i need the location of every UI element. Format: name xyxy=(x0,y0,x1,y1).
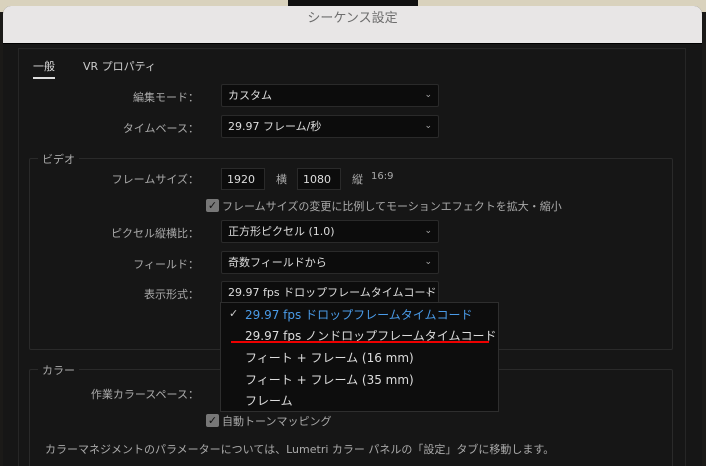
width-unit: 横 xyxy=(276,173,287,186)
tab-vr-properties[interactable]: VR プロパティ xyxy=(83,58,156,74)
sequence-settings-dialog: シーケンス設定 一般 VR プロパティ 編集モード： カスタム ⌄ タイムベース：… xyxy=(3,6,702,466)
chevron-down-icon: ⌄ xyxy=(424,121,432,131)
timebase-dropdown[interactable]: 29.97 フレーム/秒 ⌄ xyxy=(221,115,439,138)
video-group-label: ビデオ xyxy=(38,151,79,167)
tab-general[interactable]: 一般 xyxy=(33,58,55,79)
edit-mode-dropdown[interactable]: カスタム ⌄ xyxy=(221,84,439,107)
tone-mapping-label: 自動トーンマッピング xyxy=(222,415,332,428)
tone-mapping-checkbox[interactable]: ✓ xyxy=(206,414,219,427)
display-format-dropdown[interactable]: 29.97 fps ドロップフレームタイムコード ⌄ xyxy=(221,281,439,304)
timebase-label: タイムベース： xyxy=(122,122,199,135)
chevron-down-icon: ⌄ xyxy=(424,257,432,267)
frame-size-label: フレームサイズ： xyxy=(111,173,199,186)
menu-item-feet-frames-16mm[interactable]: フィート + フレーム (16 mm) xyxy=(245,349,414,366)
display-format-value: 29.97 fps ドロップフレームタイムコード xyxy=(228,286,437,299)
menu-item-feet-frames-35mm[interactable]: フィート + フレーム (35 mm) xyxy=(245,371,414,388)
frame-width-input[interactable]: 1920 xyxy=(221,168,265,190)
edit-mode-value: カスタム xyxy=(228,89,272,102)
scale-motion-checkbox[interactable]: ✓ xyxy=(206,199,219,212)
fields-dropdown[interactable]: 奇数フィールドから ⌄ xyxy=(221,251,439,274)
display-format-menu: ✓ 29.97 fps ドロップフレームタイムコード 29.97 fps ノンド… xyxy=(220,302,499,412)
pixel-aspect-label: ピクセル縦横比： xyxy=(111,227,199,240)
fields-value: 奇数フィールドから xyxy=(228,256,327,269)
timebase-value: 29.97 フレーム/秒 xyxy=(228,120,322,133)
pixel-aspect-dropdown[interactable]: 正方形ピクセル (1.0) ⌄ xyxy=(221,220,439,243)
aspect-ratio: 16:9 xyxy=(371,171,394,182)
chevron-down-icon: ⌄ xyxy=(424,226,432,236)
checkmark-icon: ✓ xyxy=(229,307,239,320)
edit-mode-label: 編集モード： xyxy=(133,91,199,104)
pixel-aspect-value: 正方形ピクセル (1.0) xyxy=(228,225,335,238)
frame-height-input[interactable]: 1080 xyxy=(297,168,341,190)
display-format-label: 表示形式： xyxy=(144,288,199,301)
color-group-label: カラー xyxy=(38,362,79,378)
menu-item-frames[interactable]: フレーム xyxy=(245,392,293,409)
menu-item-drop-frame[interactable]: 29.97 fps ドロップフレームタイムコード xyxy=(245,306,472,323)
height-unit: 縦 xyxy=(352,173,363,186)
fields-label: フィールド： xyxy=(133,258,199,271)
color-management-note: カラーマネジメントのパラメーターについては、Lumetri カラー パネルの「設… xyxy=(45,443,555,456)
dialog-title: シーケンス設定 xyxy=(3,6,702,44)
working-color-space-label: 作業カラースペース： xyxy=(90,388,199,401)
red-underline-annotation xyxy=(231,341,489,343)
chevron-down-icon: ⌄ xyxy=(424,90,432,100)
scale-motion-label: フレームサイズの変更に比例してモーションエフェクトを拡大・縮小 xyxy=(222,200,562,213)
chevron-down-icon: ⌄ xyxy=(424,287,432,297)
